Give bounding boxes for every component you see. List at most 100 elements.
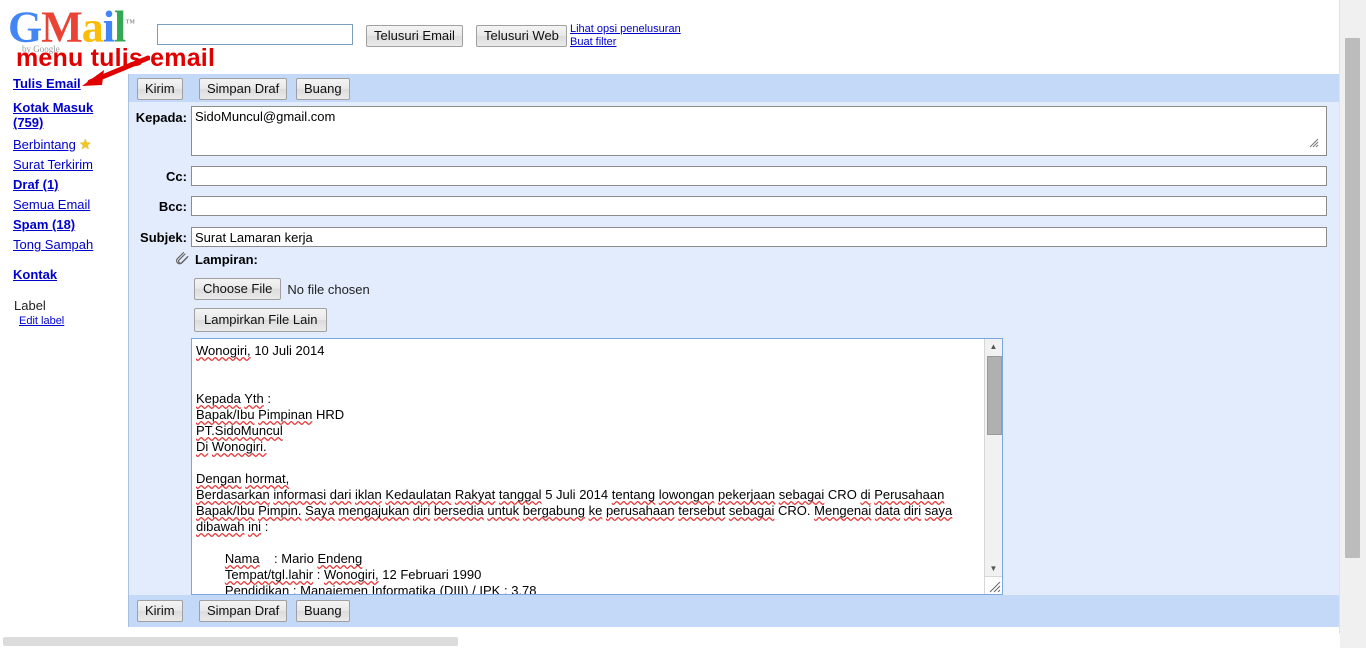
spellcheck-word: Nama <box>224 551 260 566</box>
paperclip-icon <box>176 251 189 265</box>
create-filter-link[interactable]: Buat filter <box>570 36 616 48</box>
sidebar-item-starred[interactable]: Berbintang <box>13 137 76 152</box>
file-status-text: No file chosen <box>287 281 370 297</box>
spellcheck-word: bersedia <box>433 503 484 518</box>
spellcheck-word: Tempat/tgl.lahir <box>224 567 314 582</box>
horizontal-scrollbar-thumb[interactable] <box>3 637 458 646</box>
subject-field[interactable] <box>191 227 1327 247</box>
spellcheck-word: sebagai <box>728 503 775 518</box>
attach-another-file-button[interactable]: Lampirkan File Lain <box>194 308 328 332</box>
search-email-button[interactable]: Telusuri Email <box>366 25 463 47</box>
spellcheck-word: Dengan <box>196 471 242 486</box>
spellcheck-word: sebagai <box>778 487 825 502</box>
browser-horizontal-scrollbar[interactable] <box>0 634 1340 648</box>
spellcheck-word: Yth <box>244 391 264 406</box>
spellcheck-word: perusahaan <box>605 503 675 518</box>
body-scrollbar-thumb[interactable] <box>987 356 1002 435</box>
spellcheck-word: Informatika <box>371 583 436 594</box>
bcc-field[interactable] <box>191 196 1327 216</box>
body-scrollbar[interactable]: ▲ ▼ <box>984 339 1002 594</box>
compose-toolbar-bottom: Kirim Simpan Draf Buang <box>129 595 1341 627</box>
spellcheck-word: Bapak/Ibu <box>196 407 255 422</box>
discard-button-bottom[interactable]: Buang <box>296 600 350 622</box>
spellcheck-word: Pendidikan <box>224 583 290 594</box>
send-button-bottom[interactable]: Kirim <box>137 600 183 622</box>
spellcheck-word: Saya <box>305 503 335 518</box>
sidebar-item-all-mail[interactable]: Semua Email <box>13 197 90 212</box>
spellcheck-word: tanggal <box>498 487 542 502</box>
scroll-up-arrow-icon[interactable]: ▲ <box>985 339 1002 354</box>
spellcheck-word: Pimpinan <box>258 407 313 422</box>
scroll-down-arrow-icon[interactable]: ▼ <box>985 561 1002 576</box>
file-input-row: Choose File No file chosen <box>194 278 370 300</box>
sidebar-item-trash[interactable]: Tong Sampah <box>13 237 93 252</box>
spellcheck-word: bergabung <box>522 503 585 518</box>
to-field[interactable] <box>191 106 1327 156</box>
spellcheck-word: Pimpin. <box>258 503 302 518</box>
subject-field-label: Subjek: <box>140 230 187 245</box>
sidebar: Tulis Email Kotak Masuk (759) Berbintang… <box>0 74 128 627</box>
bcc-field-label: Bcc: <box>158 199 187 214</box>
spellcheck-word: iklan <box>355 487 382 502</box>
spellcheck-word: informasi <box>273 487 327 502</box>
spellcheck-word: Rakyat <box>454 487 496 502</box>
spellcheck-word: pekerjaan <box>718 487 776 502</box>
search-options-link[interactable]: Lihat opsi penelusuran <box>570 23 681 35</box>
star-icon: ★ <box>79 136 92 152</box>
spellcheck-word: mengajukan <box>338 503 410 518</box>
spellcheck-word: diri <box>903 503 922 518</box>
sidebar-item-inbox[interactable]: Kotak Masuk (759) <box>13 100 109 130</box>
spellcheck-word: dari <box>329 487 352 502</box>
spellcheck-word: Endeng <box>317 551 363 566</box>
spellcheck-word: Wonogiri. <box>211 439 267 454</box>
spellcheck-word: PT.SidoMuncul <box>196 423 283 438</box>
sidebar-item-drafts[interactable]: Draf (1) <box>13 177 59 192</box>
browser-viewport: GMail™ by Google Telusuri Email Telusuri… <box>0 0 1366 648</box>
spellcheck-word: data <box>874 503 901 518</box>
spellcheck-word: saya <box>924 503 953 518</box>
cc-field-label: Cc: <box>166 169 187 184</box>
resize-grip-icon <box>989 581 1001 593</box>
sidebar-item-contacts[interactable]: Kontak <box>13 267 57 282</box>
spellcheck-word: Perusahaan <box>874 487 945 502</box>
discard-button-top[interactable]: Buang <box>296 78 350 100</box>
compose-panel: Kirim Simpan Draf Buang Kepada: Cc: Bcc:… <box>128 74 1341 627</box>
spellcheck-word: ke <box>588 503 603 518</box>
trademark-mark: ™ <box>125 18 135 29</box>
to-field-label: Kepada: <box>135 110 187 125</box>
compose-toolbar-top: Kirim Simpan Draf Buang <box>129 74 1341 102</box>
sidebar-item-sent[interactable]: Surat Terkirim <box>13 157 93 172</box>
save-draft-button-bottom[interactable]: Simpan Draf <box>199 600 288 622</box>
body-resize-corner[interactable] <box>985 576 1002 594</box>
spellcheck-word: dibawah <box>196 519 245 534</box>
spellcheck-word: Wonogiri, <box>323 567 379 582</box>
vertical-scrollbar-thumb[interactable] <box>1345 38 1360 558</box>
sidebar-item-spam[interactable]: Spam (18) <box>13 217 75 232</box>
choose-file-button[interactable]: Choose File <box>194 278 282 300</box>
message-body-editor[interactable]: Wonogiri, 10 Juli 2014 Kepada Yth : Bapa… <box>191 338 1003 595</box>
spellcheck-word: di <box>860 487 871 502</box>
save-draft-button-top[interactable]: Simpan Draf <box>199 78 288 100</box>
viewport-bottom-gap <box>0 627 1340 634</box>
spellcheck-word: ini <box>248 519 262 534</box>
edit-label-link[interactable]: Edit label <box>19 315 64 327</box>
browser-vertical-scrollbar[interactable] <box>1339 0 1366 648</box>
spellcheck-word: diri <box>412 503 431 518</box>
sidebar-item-compose[interactable]: Tulis Email <box>13 76 81 91</box>
cc-field[interactable] <box>191 166 1327 186</box>
search-web-button[interactable]: Telusuri Web <box>476 25 567 47</box>
spellcheck-word: untuk <box>487 503 520 518</box>
spellcheck-word: Kedaulatan <box>385 487 452 502</box>
send-button-top[interactable]: Kirim <box>137 78 183 100</box>
spellcheck-word: tersebut <box>678 503 726 518</box>
attachment-label: Lampiran: <box>195 252 258 267</box>
spellcheck-word: hormat, <box>245 471 290 486</box>
spellcheck-word: Mengenai <box>814 503 872 518</box>
message-body-text[interactable]: Wonogiri, 10 Juli 2014 Kepada Yth : Bapa… <box>192 339 983 594</box>
spellcheck-word: lowongan <box>658 487 715 502</box>
label-section-heading: Label <box>14 298 46 313</box>
gmail-logo: GMail™ <box>8 2 135 50</box>
spellcheck-word: Di <box>196 439 209 454</box>
annotation-text: menu tulis email <box>16 44 216 72</box>
search-input[interactable] <box>157 24 353 45</box>
